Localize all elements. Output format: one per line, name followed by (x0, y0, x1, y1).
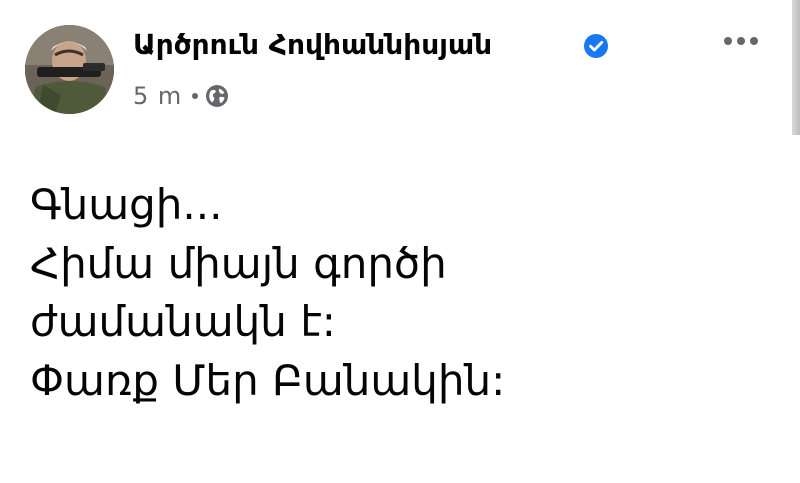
author-avatar[interactable] (25, 25, 114, 114)
window-edge (792, 0, 800, 135)
more-options-button[interactable] (718, 24, 764, 58)
post-text-line: Հիմա միայն գործի (30, 238, 447, 288)
profile-photo (25, 25, 114, 114)
verified-badge-icon (584, 34, 608, 58)
post-meta: 5 m (133, 80, 229, 112)
post-timestamp[interactable]: 5 m (133, 80, 182, 112)
author-name[interactable]: Արծրուն Հովհաննիսյան (133, 27, 492, 63)
ellipsis-horizontal-icon (724, 37, 732, 45)
ellipsis-dot (750, 37, 758, 45)
post-text-line: Գնացի... (30, 180, 223, 229)
post-text: Գնացի... Հիմա միայն գործի ժամանակն է: Փա… (30, 176, 770, 410)
post-text-line: ժամանակն է: (30, 297, 336, 346)
globe-icon[interactable] (205, 84, 229, 108)
facebook-post: Արծրուն Հովհաննիսյան 5 m Գնացի... Հիմա մ… (0, 0, 800, 483)
post-text-line: Փառք Մեր Բանակին: (30, 355, 506, 405)
separator-dot (192, 93, 199, 99)
ellipsis-dot (737, 37, 745, 45)
